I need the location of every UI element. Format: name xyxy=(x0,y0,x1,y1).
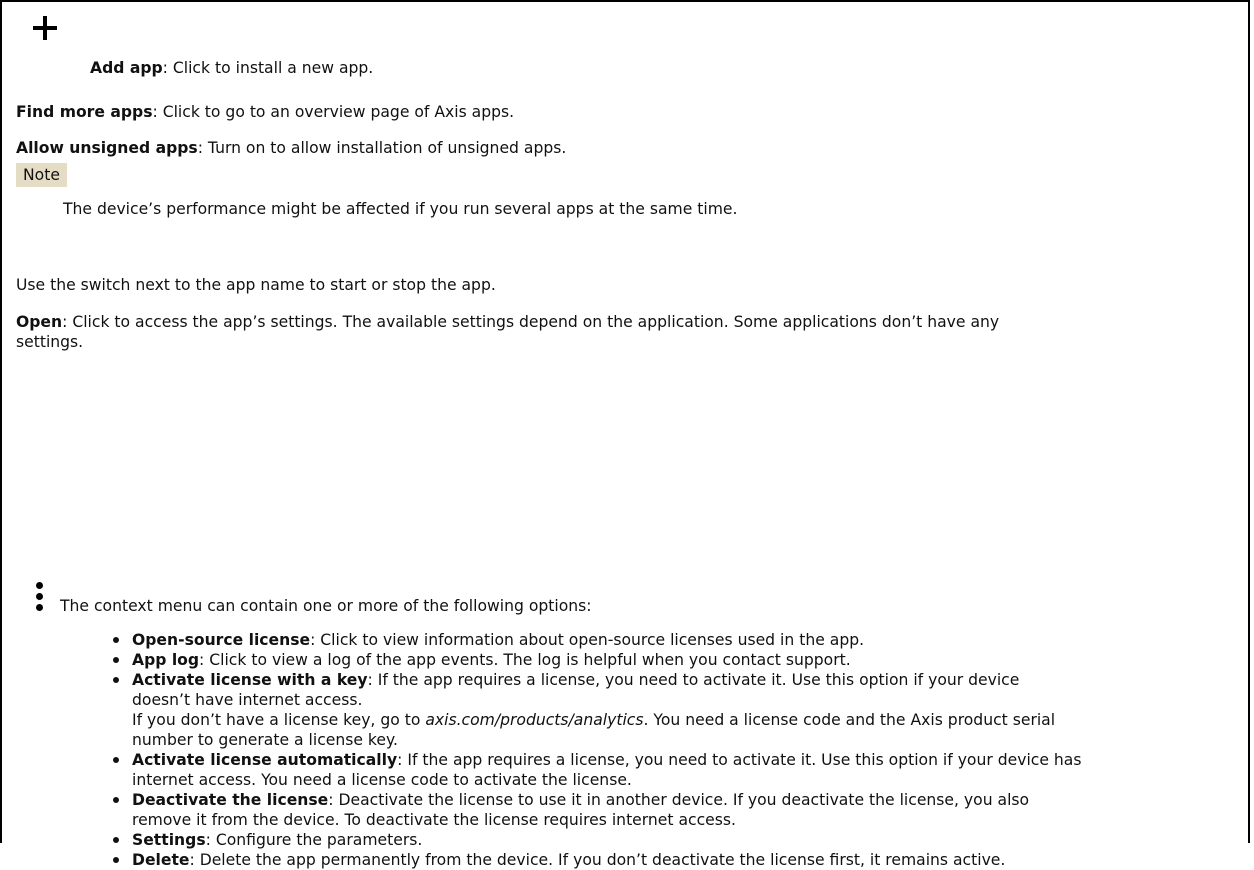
list-item: App log: Click to view a log of the app … xyxy=(104,650,1214,670)
add-app-description: Add app: Click to install a new app. xyxy=(90,59,374,77)
context-menu-description: The context menu can contain one or more… xyxy=(60,597,592,615)
find-more-apps-description: Find more apps: Click to go to an overvi… xyxy=(16,103,515,121)
plus-icon xyxy=(33,16,57,40)
context-menu-options-list: Open-source license: Click to view infor… xyxy=(104,630,1214,870)
open-description: Open: Click to access the app’s settings… xyxy=(16,313,1000,351)
note-tag: Note xyxy=(16,163,67,187)
switch-description: Use the switch next to the app name to s… xyxy=(16,276,496,294)
list-item: Delete: Delete the app permanently from … xyxy=(104,850,1214,870)
list-item: Open-source license: Click to view infor… xyxy=(104,630,1214,650)
list-item: Activate license with a key: If the app … xyxy=(104,670,1214,750)
list-item: Activate license automatically: If the a… xyxy=(104,750,1214,790)
more-vertical-icon xyxy=(36,582,44,618)
note-text: The device’s performance might be affect… xyxy=(63,200,738,218)
allow-unsigned-apps-description: Allow unsigned apps: Turn on to allow in… xyxy=(16,139,567,157)
list-item: Deactivate the license: Deactivate the l… xyxy=(104,790,1214,830)
analytics-link[interactable]: axis.com/products/analytics xyxy=(425,711,643,729)
list-item: Settings: Configure the parameters. xyxy=(104,830,1214,850)
